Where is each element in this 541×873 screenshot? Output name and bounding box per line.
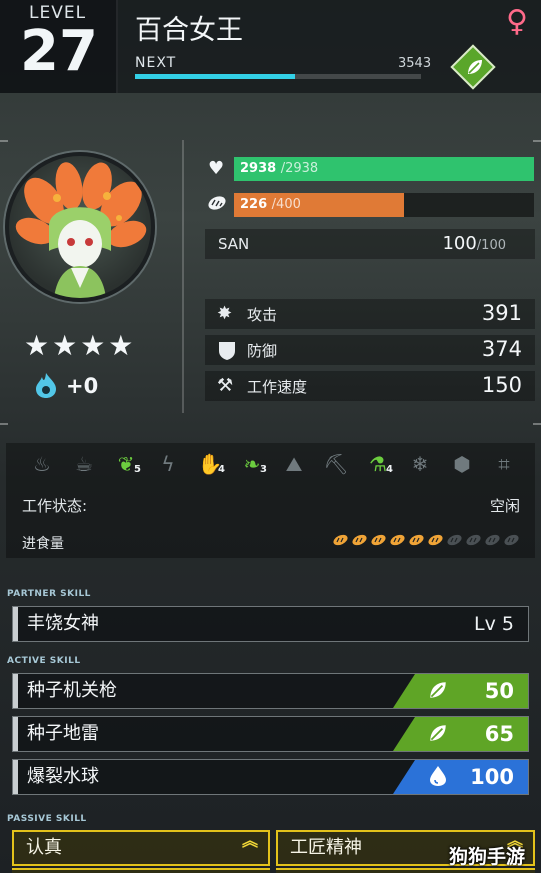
passive-skill-name: 认真 [26,837,62,858]
divider-tick [0,423,8,425]
active-skill-name: 种子地雷 [27,723,99,744]
food-pip-icon [465,533,482,552]
defense-label: 防御 [247,342,278,360]
active-skill-row[interactable]: 种子机关枪 50 [12,673,529,709]
food-pip-icon [408,533,425,552]
vertical-divider [182,140,184,413]
food-intake-meter [332,533,532,551]
divider-tick [533,423,541,425]
soul-flame-icon [34,371,58,399]
work-status-value: 空闲 [490,497,521,515]
next-label: NEXT [135,55,177,71]
work-status-label: 工作状态: [22,497,88,515]
food-pip-icon [370,533,387,552]
food-intake-label: 进食量 [22,536,64,552]
hp-current: 2938 [240,161,277,176]
farm-icon: ⌗ [498,452,510,476]
lightning-icon: ϟ [161,452,175,476]
work-level: 3 [260,464,267,475]
food-icon [206,194,228,216]
san-label: SAN [218,235,250,253]
passive-skill-1[interactable]: 认真 ︽ [12,830,270,866]
pickaxe-icon: ⛏ [323,452,349,476]
rank-up-chevron-icon: ︽ [241,831,258,850]
heart-icon: ♥ [208,158,225,179]
box-icon: ⬢ [453,452,471,476]
hunger-max: /400 [271,197,301,212]
skill-element-panel: 50 [393,674,528,708]
partner-skill-row[interactable]: 丰饶女神 Lv 5 [12,606,529,642]
partner-skill-level: Lv 5 [474,613,514,635]
hp-max: /2938 [280,161,319,176]
hunger-current: 226 [240,197,268,212]
passive-skill-title: PASSIVE SKILL [7,814,87,824]
work-level: 4 [386,464,393,475]
active-skill-list: 种子机关枪 50 种子地雷 65 爆裂水球 100 [12,673,529,803]
skill-row-accent [13,717,18,751]
active-skill-title: ACTIVE SKILL [7,656,81,666]
partner-skill-name: 丰饶女神 [27,613,99,634]
snowflake-icon: ❄ [411,452,429,476]
exp-bar-fill [135,74,296,79]
defense-value: 374 [481,337,522,361]
san-value: 100/100 [400,229,506,261]
active-skill-name: 爆裂水球 [27,766,99,787]
food-pip-icon [351,533,368,552]
food-pip-icon [503,533,520,552]
active-skill-row[interactable]: 种子地雷 65 [12,716,529,752]
work-speed-icon: ⚒ [217,375,234,396]
leaf-icon [425,722,451,746]
skill-element-panel: 100 [393,760,528,794]
work-level: 5 [134,464,141,475]
food-pip-icon [446,533,463,552]
food-pip-icon [332,533,349,552]
partner-skill-title: PARTNER SKILL [7,589,91,599]
skill-power: 65 [484,722,514,746]
pal-portrait [5,152,155,302]
work-level: 4 [218,464,225,475]
san-current: 100 [442,233,477,254]
work-speed-label: 工作速度 [247,378,308,396]
work-speed-value: 150 [481,373,522,397]
skill-row-accent [13,760,18,794]
pal-name: 百合女王 [135,15,243,46]
ore-icon: ⛰ [285,452,303,476]
watering-can-icon: ☕ [75,452,93,476]
watermark: 狗狗手游 [449,846,526,868]
food-pip-icon [427,533,444,552]
active-skill-row[interactable]: 爆裂水球 100 [12,759,529,795]
passive-skill-name: 工匠精神 [290,837,362,858]
divider-tick [533,140,541,142]
food-pip-icon [484,533,501,552]
skill-row-accent [13,607,18,641]
flame-icon: ♨ [33,452,51,476]
attack-value: 391 [481,301,522,325]
hp-text: 2938 /2938 [240,157,318,181]
leaf-icon [465,57,485,81]
skill-power: 100 [470,765,514,789]
soul-bonus-value: +0 [66,374,99,398]
next-exp-value: 3543 [398,56,432,71]
skill-element-panel: 65 [393,717,528,751]
food-pip-icon [389,533,406,552]
skill-row-accent [13,674,18,708]
divider-tick [0,140,8,142]
water-drop-icon [425,765,451,789]
shield-icon [218,341,236,365]
passive-skill-3-edge [12,868,270,873]
work-suitability-icons: ♨ ☕ ❦ 5 ϟ ✋ 4 ❧ 3 ⛰ ⛏ ⚗ 4 ❄ ⬢ ⌗ [28,452,528,478]
attack-label: 攻击 [247,306,278,324]
active-skill-name: 种子机关枪 [27,680,117,701]
skill-power: 50 [484,679,514,703]
level-value: 27 [20,19,98,84]
leaf-icon [425,679,451,703]
san-max: /100 [476,238,506,253]
attack-icon: ✸ [217,303,233,324]
female-icon: ♀ [506,4,528,39]
hunger-text: 226 /400 [240,193,301,217]
star-rating: ★★★★ [24,329,137,362]
